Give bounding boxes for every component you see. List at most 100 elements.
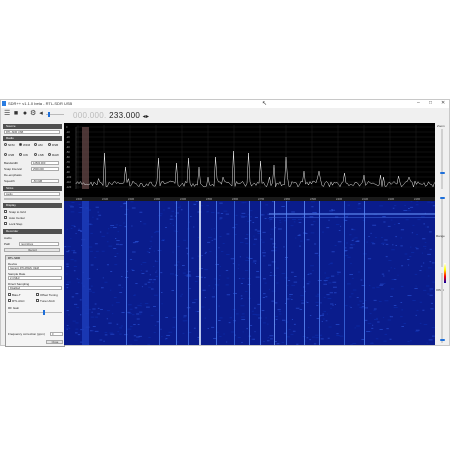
waterfall-speckle: [392, 244, 394, 246]
waterfall-speckle: [403, 210, 408, 211]
range-slider-knob[interactable]: [439, 197, 445, 199]
waterfall-speckle: [170, 215, 173, 217]
display-section-header[interactable]: Display: [3, 203, 62, 208]
play-icon[interactable]: ■: [13, 110, 19, 117]
panel-close-button[interactable]: Close: [46, 340, 63, 344]
recorder-section-header[interactable]: Recorder: [3, 229, 62, 234]
lock-step-checkbox[interactable]: [4, 222, 7, 225]
waterfall-speckle: [424, 242, 427, 243]
waterfall-speckle: [119, 244, 123, 246]
db-tick-label: -10: [66, 130, 70, 134]
waterfall-speckle: [144, 303, 149, 304]
source-select[interactable]: RTL-SDR USB: [4, 130, 60, 134]
settings-icon[interactable]: ⚙: [30, 110, 36, 117]
waterfall-speckle: [393, 305, 397, 306]
waterfall-speckle: [146, 306, 150, 308]
radio-section-header[interactable]: Radio: [3, 136, 62, 141]
waterfall-speckle: [92, 330, 95, 332]
recorder-mode-label: Audio: [4, 236, 12, 240]
waterfall-speckle: [194, 281, 198, 282]
waterfall-speckle: [324, 272, 326, 274]
waterfall-speckle: [415, 247, 418, 248]
waterfall-speckle: [349, 274, 353, 275]
mode-radio-dsb[interactable]: [48, 143, 51, 146]
offset-slider[interactable]: [441, 273, 443, 343]
rtl-agc-checkbox[interactable]: [8, 299, 11, 302]
waterfall-speckle: [270, 234, 272, 236]
mode-radio-am[interactable]: [34, 143, 37, 146]
mode-radio-wfm[interactable]: [19, 143, 22, 146]
waterfall-speckle: [180, 209, 183, 211]
waterfall-speckle: [113, 248, 117, 249]
sink-select[interactable]: Audio: [4, 192, 60, 196]
waterfall-speckle: [282, 319, 286, 321]
waterfall-speckle: [361, 339, 365, 340]
db-tick-label: -90: [66, 170, 70, 174]
bandwidth-input[interactable]: 12500.000: [31, 161, 59, 165]
waterfall-speckle: [388, 260, 392, 261]
waterfall-speckle: [77, 230, 82, 231]
waterfall-speckle: [291, 299, 293, 300]
record-icon[interactable]: ●: [22, 110, 28, 117]
snap-to-grid-checkbox[interactable]: [4, 210, 7, 213]
mode-radio-cw[interactable]: [19, 153, 22, 156]
waterfall-speckle: [276, 282, 279, 284]
waterfall-speckle: [75, 322, 79, 324]
menu-icon[interactable]: ☰: [4, 110, 10, 117]
waterfall-speckle: [220, 213, 224, 214]
offset-slider-knob[interactable]: [439, 339, 445, 341]
sink-volume-slider[interactable]: [4, 198, 60, 200]
volume-icon[interactable]: ◂: [38, 110, 44, 117]
waterfall-speckle: [328, 263, 330, 265]
sample-rate-select[interactable]: 2.4 MHz: [8, 276, 62, 280]
waterfall-speckle: [400, 302, 403, 303]
minimize-button[interactable]: –: [417, 100, 420, 106]
range-slider[interactable]: [441, 197, 443, 267]
waterfall-speckle: [277, 309, 281, 311]
source-section-header[interactable]: Source: [3, 124, 62, 129]
snap-interval-input[interactable]: 2500.000: [31, 167, 59, 171]
waterfall-speckle: [328, 326, 332, 328]
waterfall-speckle: [387, 225, 391, 227]
rf-gain-slider-knob[interactable]: [43, 310, 45, 315]
tuner-agc-checkbox[interactable]: [36, 299, 39, 302]
squelch-input[interactable]: -50.0dB: [31, 179, 59, 183]
mode-radio-usb[interactable]: [4, 153, 7, 156]
waterfall-speckle: [222, 243, 225, 244]
volume-slider-knob[interactable]: [48, 112, 50, 117]
offset-tuning-checkbox[interactable]: [36, 293, 39, 296]
waterfall-speckle: [252, 313, 257, 315]
waterfall-speckle: [71, 296, 75, 298]
mode-radio-nfm[interactable]: [4, 143, 7, 146]
frequency-display[interactable]: 000.000. 233.000 ◂▸: [73, 111, 149, 120]
waterfall-speckle: [238, 278, 241, 279]
waterfall-speckle: [349, 305, 351, 307]
direct-sampling-select[interactable]: Disabled: [8, 286, 62, 290]
zoom-slider-knob[interactable]: [439, 172, 445, 174]
waterfall-display[interactable]: [64, 201, 435, 345]
sinks-section-header[interactable]: Sinks: [3, 186, 62, 191]
rf-gain-slider[interactable]: [8, 312, 62, 313]
waterfall-speckle: [121, 287, 123, 288]
maximize-button[interactable]: □: [429, 100, 432, 106]
waterfall-speckle: [156, 270, 158, 272]
record-button[interactable]: Record: [4, 248, 60, 252]
tuning-arrows-icon[interactable]: ◂▸: [143, 114, 150, 120]
waterfall-speckle: [201, 255, 203, 256]
bias-t-checkbox[interactable]: [8, 293, 11, 296]
waterfall-speckle: [314, 243, 317, 245]
zoom-slider[interactable]: [441, 129, 443, 189]
waterfall-speckle: [114, 264, 118, 266]
close-button[interactable]: ✕: [441, 100, 445, 106]
recorder-path-input[interactable]: recordings: [19, 242, 59, 246]
waterfall-speckle: [130, 201, 134, 203]
ppm-input[interactable]: 0: [50, 332, 63, 336]
rtl-sdr-settings-panel: RTL-SDR Device Generic RTL2832U OEM Samp…: [5, 255, 65, 347]
fft-spectrum-plot[interactable]: 0 -10 -20 -30 -40 -50 -60 -70 -80 -90 -100 -110 -120: [64, 123, 435, 197]
waterfall-speckle: [384, 333, 388, 335]
waterfall-speckle: [417, 219, 421, 221]
device-select[interactable]: Generic RTL2832U OEM: [8, 266, 62, 270]
mode-radio-raw[interactable]: [48, 153, 51, 156]
mode-radio-lsb[interactable]: [34, 153, 37, 156]
auto-center-checkbox[interactable]: [4, 216, 7, 219]
